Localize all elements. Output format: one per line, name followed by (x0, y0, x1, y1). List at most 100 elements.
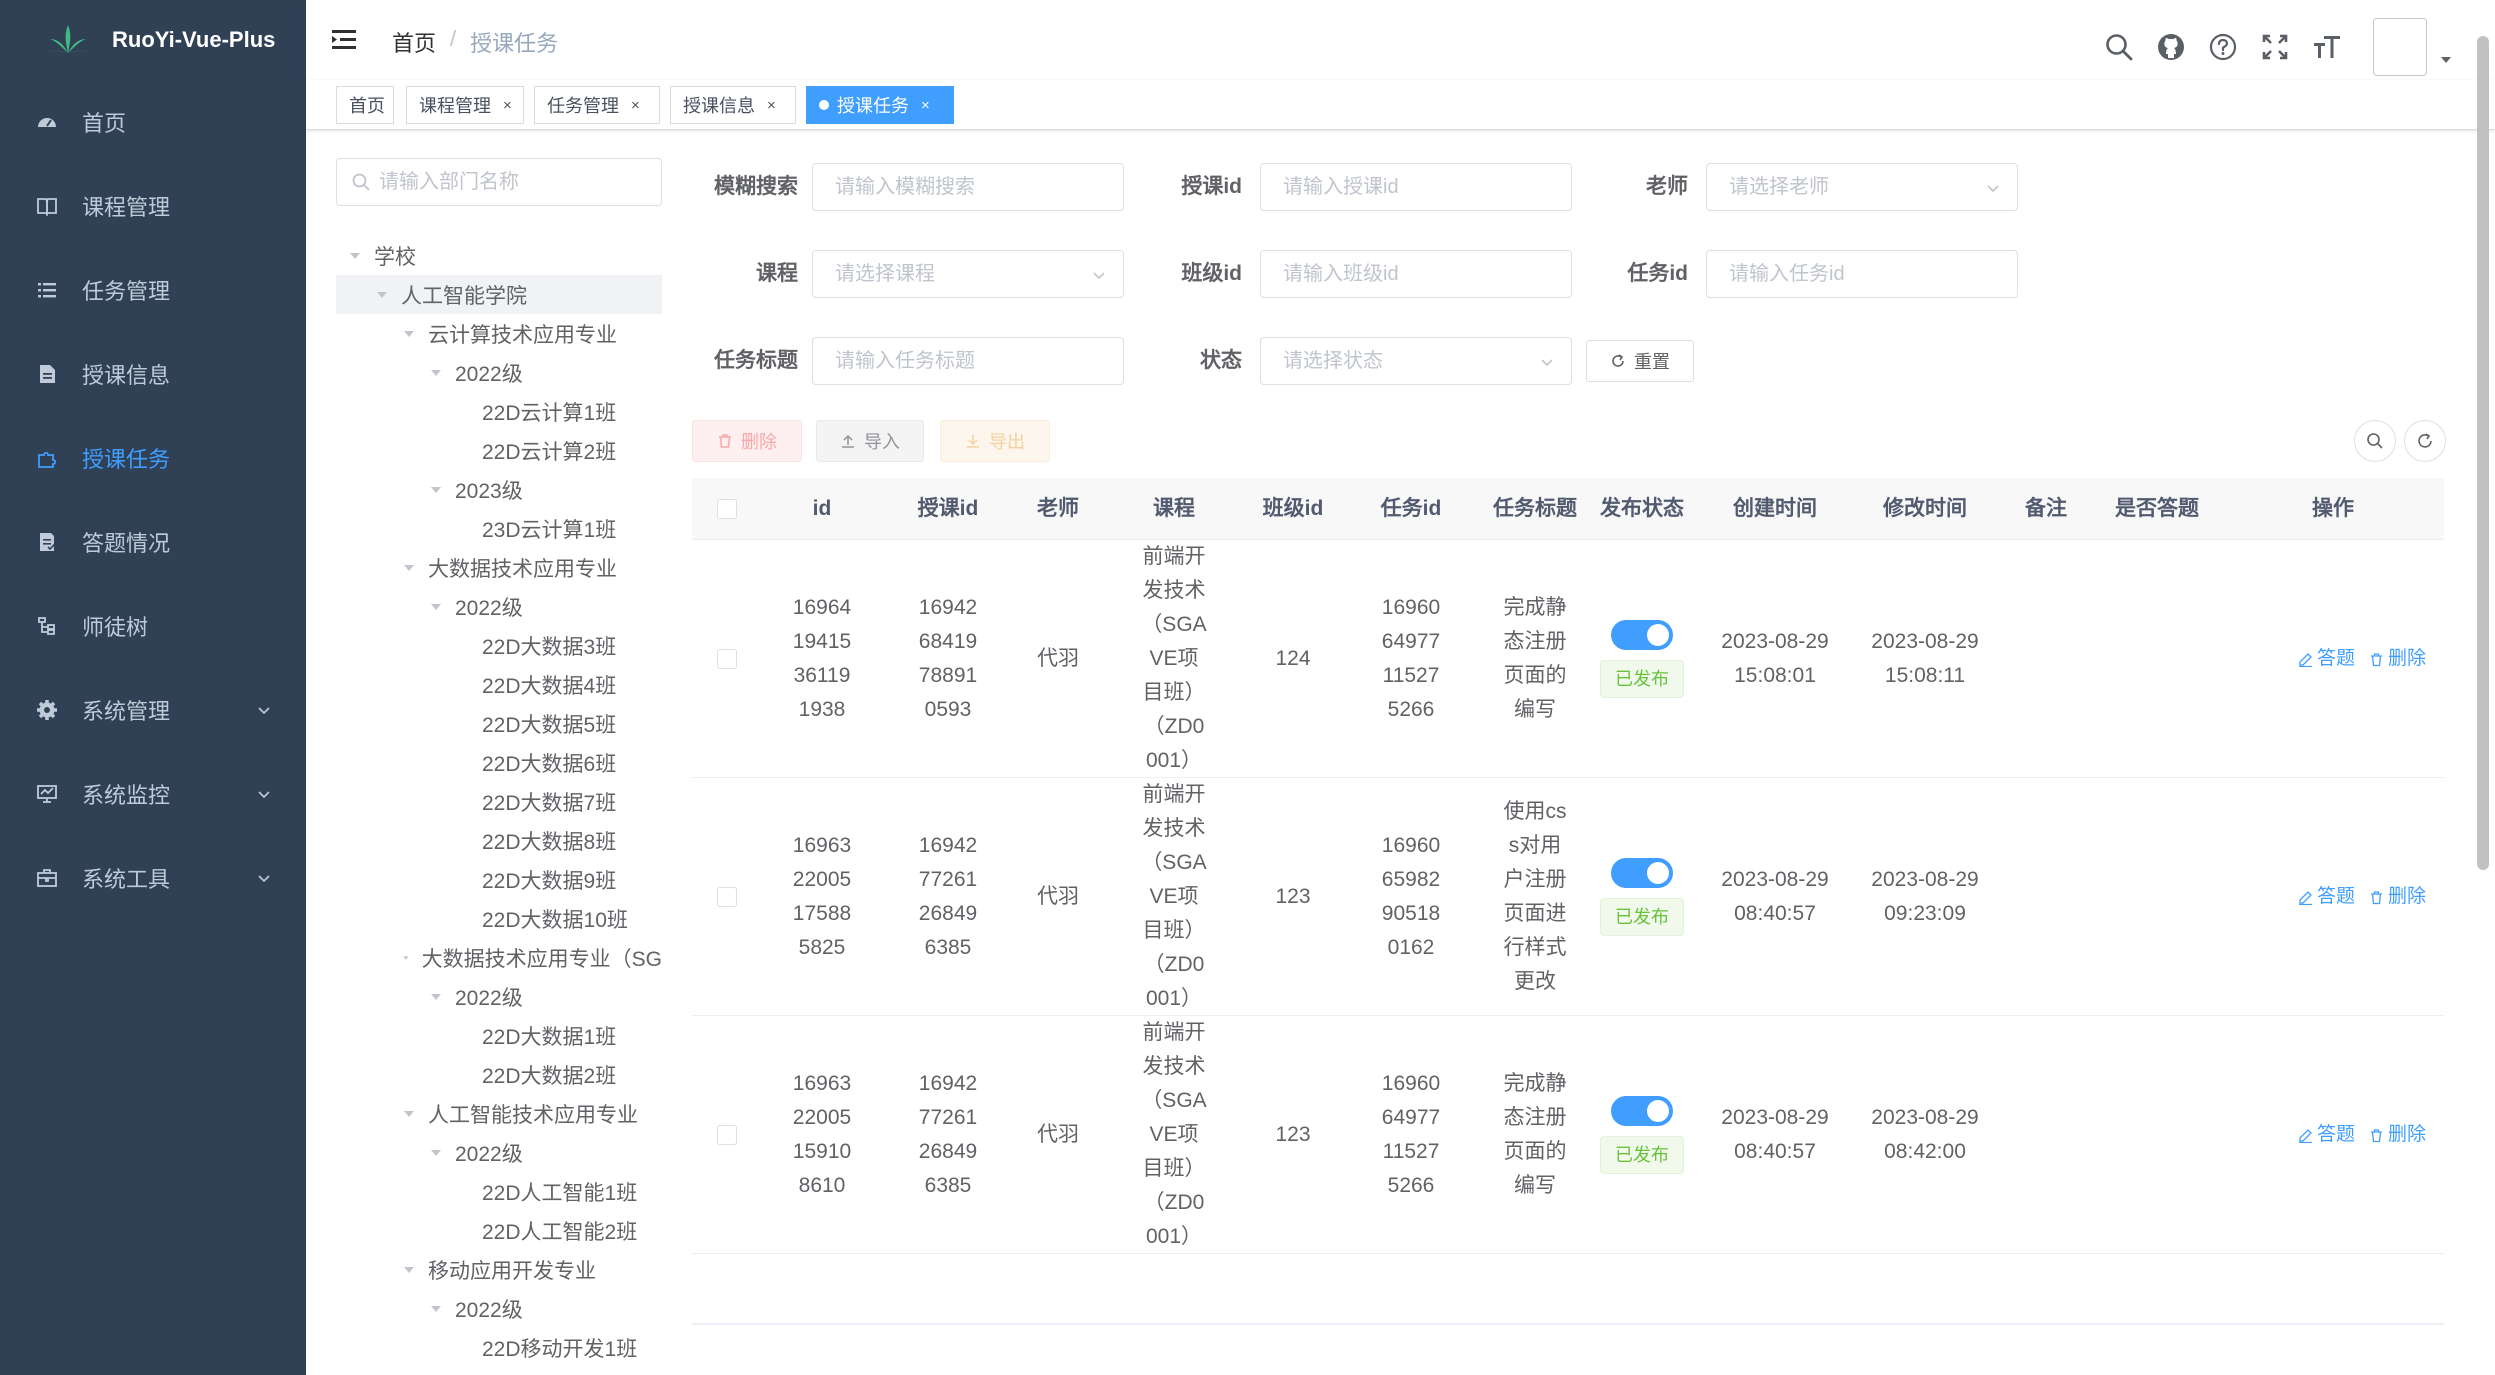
caret-down-icon[interactable] (402, 327, 416, 341)
font-size-icon[interactable] (2311, 31, 2343, 63)
fuzzy-search-field[interactable] (812, 163, 1124, 211)
task-title-field[interactable] (812, 337, 1124, 385)
column-header[interactable]: 课程 (1104, 478, 1244, 540)
caret-down-icon[interactable] (375, 288, 389, 302)
delete-button[interactable]: 删除 (692, 420, 802, 462)
tree-node[interactable]: 23D云计算1班 (336, 509, 662, 548)
tree-node[interactable]: 2023级 (336, 470, 662, 509)
table-row[interactable]: 1696419415361191938 1694268419788910593 代羽… (692, 540, 2444, 778)
close-icon[interactable]: × (921, 97, 930, 114)
task-id-field[interactable] (1706, 250, 2018, 298)
row-checkbox[interactable] (717, 887, 737, 907)
column-header[interactable]: 创建时间 (1700, 478, 1850, 540)
fullscreen-icon[interactable] (2259, 31, 2291, 63)
row-delete-button[interactable]: 删除 (2369, 642, 2426, 676)
tree-node[interactable]: 22D云计算2班 (336, 431, 662, 470)
tree-node[interactable]: 人工智能学院 (336, 275, 662, 314)
row-delete-button[interactable]: 删除 (2369, 880, 2426, 914)
sidebar-item-1[interactable]: 课程管理 (0, 164, 306, 248)
tree-node[interactable]: 22D大数据2班 (336, 1055, 662, 1094)
table-row[interactable]: 1696322005159108610 1694277261268496385 代羽… (692, 1016, 2444, 1254)
tree-node[interactable]: 2022级 (336, 1289, 662, 1328)
caret-down-icon[interactable] (429, 990, 443, 1004)
teacher-select[interactable] (1706, 163, 2018, 211)
teaching-id-input[interactable] (1283, 175, 1571, 199)
tree-node[interactable]: 22D移动开发1班 (336, 1328, 662, 1367)
tree-node[interactable]: 22D人工智能1班 (336, 1172, 662, 1211)
teacher-select-input[interactable] (1729, 175, 2017, 199)
close-icon[interactable]: × (503, 97, 512, 114)
column-header[interactable]: 发布状态 (1590, 478, 1694, 540)
status-select-input[interactable] (1283, 349, 1571, 373)
refresh-button[interactable] (2404, 420, 2446, 462)
tree-node[interactable]: 大数据技术应用专业（SG (336, 938, 662, 977)
sidebar-item-4[interactable]: 授课任务 (0, 416, 306, 500)
teaching-id-field[interactable] (1260, 163, 1572, 211)
class-id-field[interactable] (1260, 250, 1572, 298)
publish-switch[interactable] (1611, 1096, 1673, 1126)
sidebar-item-8[interactable]: 系统监控 (0, 752, 306, 836)
tab-4[interactable]: 授课任务 × (806, 86, 954, 124)
tree-node[interactable]: 22D大数据3班 (336, 626, 662, 665)
caret-down-icon[interactable] (402, 1107, 416, 1121)
sidebar-item-6[interactable]: 师徒树 (0, 584, 306, 668)
github-icon[interactable] (2155, 31, 2187, 63)
column-header[interactable]: 备注 (1998, 478, 2094, 540)
question-icon[interactable] (2207, 31, 2239, 63)
tree-node[interactable]: 22D大数据10班 (336, 899, 662, 938)
table-row[interactable]: 1696322005175885825 1694277261268496385 代羽… (692, 778, 2444, 1016)
hamburger-icon[interactable] (330, 26, 358, 54)
tab-0[interactable]: 首页 (336, 86, 394, 124)
column-header[interactable]: 授课id (888, 478, 1008, 540)
caret-down-icon[interactable] (402, 951, 410, 965)
answer-button[interactable]: 答题 (2298, 880, 2355, 914)
tree-node[interactable]: 人工智能技术应用专业 (336, 1094, 662, 1133)
breadcrumb-home[interactable]: 首页 (392, 26, 436, 58)
sidebar-item-2[interactable]: 任务管理 (0, 248, 306, 332)
user-menu[interactable] (2363, 18, 2451, 76)
tree-node[interactable]: 2022级 (336, 353, 662, 392)
sidebar-item-7[interactable]: 系统管理 (0, 668, 306, 752)
task-title-input[interactable] (835, 349, 1123, 373)
tree-node[interactable]: 2022级 (336, 1133, 662, 1172)
class-id-input[interactable] (1283, 262, 1571, 286)
close-icon[interactable]: × (631, 97, 640, 114)
tab-2[interactable]: 任务管理 × (534, 86, 660, 124)
tree-node[interactable]: 22D大数据8班 (336, 821, 662, 860)
course-select-input[interactable] (835, 262, 1123, 286)
sidebar-item-0[interactable]: 首页 (0, 80, 306, 164)
tree-node[interactable]: 22D大数据1班 (336, 1016, 662, 1055)
row-checkbox[interactable] (717, 649, 737, 669)
column-header[interactable]: 是否答题 (2092, 478, 2222, 540)
caret-down-icon[interactable] (429, 483, 443, 497)
tree-node[interactable]: 云计算技术应用专业 (336, 314, 662, 353)
status-select[interactable] (1260, 337, 1572, 385)
publish-switch[interactable] (1611, 620, 1673, 650)
close-icon[interactable]: × (767, 97, 776, 114)
column-header[interactable]: 任务标题 (1476, 478, 1594, 540)
row-delete-button[interactable]: 删除 (2369, 1118, 2426, 1152)
tab-3[interactable]: 授课信息 × (670, 86, 796, 124)
tree-node[interactable]: 2022级 (336, 977, 662, 1016)
caret-down-icon[interactable] (348, 249, 362, 263)
sidebar-item-3[interactable]: 授课信息 (0, 332, 306, 416)
tree-node[interactable]: 学校 (336, 236, 662, 275)
tab-1[interactable]: 课程管理 × (406, 86, 524, 124)
publish-switch[interactable] (1611, 858, 1673, 888)
caret-down-icon[interactable] (429, 1302, 443, 1316)
tree-node[interactable]: 大数据技术应用专业 (336, 548, 662, 587)
caret-down-icon[interactable] (429, 600, 443, 614)
caret-down-icon[interactable] (402, 561, 416, 575)
tree-node[interactable]: 22D大数据6班 (336, 743, 662, 782)
column-header[interactable]: 操作 (2222, 478, 2444, 540)
reset-button[interactable]: 重置 (1586, 340, 1694, 382)
course-select[interactable] (812, 250, 1124, 298)
task-id-input[interactable] (1729, 262, 2017, 286)
tree-node[interactable]: 22D大数据4班 (336, 665, 662, 704)
tree-node[interactable]: 22D云计算1班 (336, 392, 662, 431)
sidebar-item-9[interactable]: 系统工具 (0, 836, 306, 920)
tree-node[interactable]: 2022级 (336, 587, 662, 626)
tree-node[interactable]: 22D大数据9班 (336, 860, 662, 899)
toggle-search-button[interactable] (2354, 420, 2396, 462)
import-button[interactable]: 导入 (816, 420, 924, 462)
